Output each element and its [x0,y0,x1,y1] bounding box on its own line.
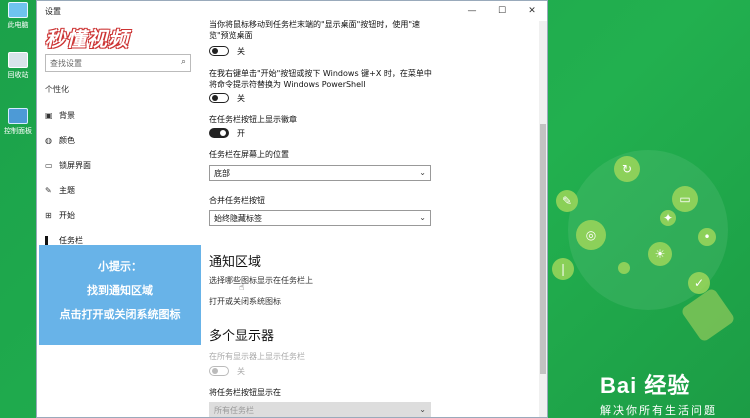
position-value: 底部 [214,168,230,178]
thermometer-icon: ❘ [552,258,574,280]
scrollbar[interactable] [539,21,547,417]
sidebar-header: 个性化 [45,85,69,94]
chevron-down-icon: ⌄ [419,213,426,222]
pencil-icon: ✎ [556,190,578,212]
chevron-down-icon: ⌄ [419,405,426,414]
dot-icon [618,262,630,274]
multi-display-description: 在所有显示器上显示任务栏 [209,352,305,361]
search-placeholder: 查找设置 [50,58,82,68]
select-icons-link[interactable]: 选择哪些图标显示在任务栏上 [209,275,313,286]
control-panel-icon [8,108,28,124]
sidebar-item-label: 主题 [59,186,75,195]
brush-icon: ✎ [45,186,52,195]
mouse-cursor-icon: ☝ [239,283,245,293]
multiple-displays-heading: 多个显示器 [209,329,275,344]
chevron-down-icon: ⌄ [419,168,426,177]
position-dropdown[interactable]: 底部 ⌄ [209,165,431,181]
sidebar-item-start[interactable]: ⊞ 开始 [45,210,75,221]
scrollbar-thumb[interactable] [540,124,546,374]
desktop-icon-label: 回收站 [7,71,29,79]
sidebar-item-label: 背景 [59,111,75,120]
search-icon[interactable]: ⌕ [181,57,186,67]
puzzle-icon: ✦ [660,210,676,226]
badge-description: 在任务栏按钮上显示徽章 [209,115,297,124]
settings-sidebar: 查找设置 ⌕ 个性化 ▣ 背景 ◍ 颜色 ▭ 锁屏界面 ✎ 主题 ⊞ 开始 任务… [37,21,197,417]
desktop-icon-label: 此电脑 [7,21,29,29]
target-icon: ◎ [576,220,606,250]
tip-line-1: 小提示： [98,260,142,273]
notification-area-heading: 通知区域 [209,255,262,270]
sidebar-item-lock-screen[interactable]: ▭ 锁屏界面 [45,160,91,171]
start-icon: ⊞ [45,211,52,220]
sidebar-item-label: 锁屏界面 [59,161,91,170]
combine-value: 始终隐藏标签 [214,213,262,223]
pin-icon: • [698,228,716,246]
multi-display-toggle-state: 关 [237,367,245,376]
combine-dropdown[interactable]: 始终隐藏标签 ⌄ [209,210,431,226]
lightbulb-illustration: ↻ ✎ ▭ ◎ ☀ ❘ ✦ • ✓ [548,150,750,350]
multi-show-label: 将任务栏按钮显示在 [209,388,281,397]
sidebar-item-colors[interactable]: ◍ 颜色 [45,135,75,146]
refresh-icon: ↻ [614,156,640,182]
combine-label: 合并任务栏按钮 [209,196,265,205]
settings-window: 设置 — ☐ ✕ 秒懂视频 查找设置 ⌕ 个性化 ▣ 背景 ◍ 颜色 ▭ 锁屏界… [36,0,548,418]
search-input[interactable]: 查找设置 ⌕ [45,54,191,72]
taskbar-settings-content: 当你将鼠标移动到任务栏末端的"显示桌面"按钮时，使用"速览"预览桌面 关 在我右… [207,15,537,417]
lockscreen-icon: ▭ [45,161,53,170]
baidu-jingyan-logo: Bai 经验 解决你所有生活问题 [600,373,717,417]
peek-toggle[interactable] [209,46,229,56]
desktop-icon-label: 控制面板 [4,127,32,135]
desktop-icon-control-panel[interactable]: 控制面板 [0,108,36,136]
picture-icon: ▣ [45,111,53,120]
badge-toggle-state: 开 [237,129,245,138]
multi-display-toggle[interactable] [209,366,229,376]
palette-icon: ◍ [45,136,52,145]
computer-icon [8,2,28,18]
window-title: 设置 [45,6,61,16]
recycle-bin-icon [8,52,28,68]
position-label: 任务栏在屏幕上的位置 [209,150,289,159]
system-icons-link[interactable]: 打开或关闭系统图标 [209,296,281,307]
desktop-icon-this-pc[interactable]: 此电脑 [0,2,36,30]
powershell-toggle-state: 关 [237,94,245,103]
tip-line-2: 找到通知区域 [87,284,153,297]
tip-line-3: 点击打开或关闭系统图标 [59,308,181,321]
badge-toggle[interactable] [209,128,229,138]
toggle-knob [212,95,218,101]
sun-icon: ☀ [648,242,672,266]
sidebar-item-label: 开始 [59,211,75,220]
peek-toggle-state: 关 [237,47,245,56]
battery-icon: ▭ [672,186,698,212]
brand-slogan: 解决你所有生活问题 [600,404,717,417]
sidebar-item-themes[interactable]: ✎ 主题 [45,185,75,196]
multi-show-value: 所有任务栏 [214,405,254,415]
toggle-knob [212,368,218,374]
powershell-toggle[interactable] [209,93,229,103]
toggle-knob [220,130,226,136]
sidebar-item-label: 颜色 [59,136,75,145]
video-watermark: 秒懂视频 [45,27,129,51]
tip-overlay: 小提示： 找到通知区域 点击打开或关闭系统图标 [39,245,201,345]
taskbar-icon [45,235,48,246]
desktop-icon-recycle-bin[interactable]: 回收站 [0,52,36,80]
powershell-description: 在我右键单击"开始"按钮或按下 Windows 键+X 时，在菜单中将命令提示符… [209,69,432,89]
sidebar-item-background[interactable]: ▣ 背景 [45,110,75,121]
toggle-knob [212,48,218,54]
peek-description: 当你将鼠标移动到任务栏末端的"显示桌面"按钮时，使用"速览"预览桌面 [209,20,421,40]
multi-show-dropdown[interactable]: 所有任务栏 ⌄ [209,402,431,417]
